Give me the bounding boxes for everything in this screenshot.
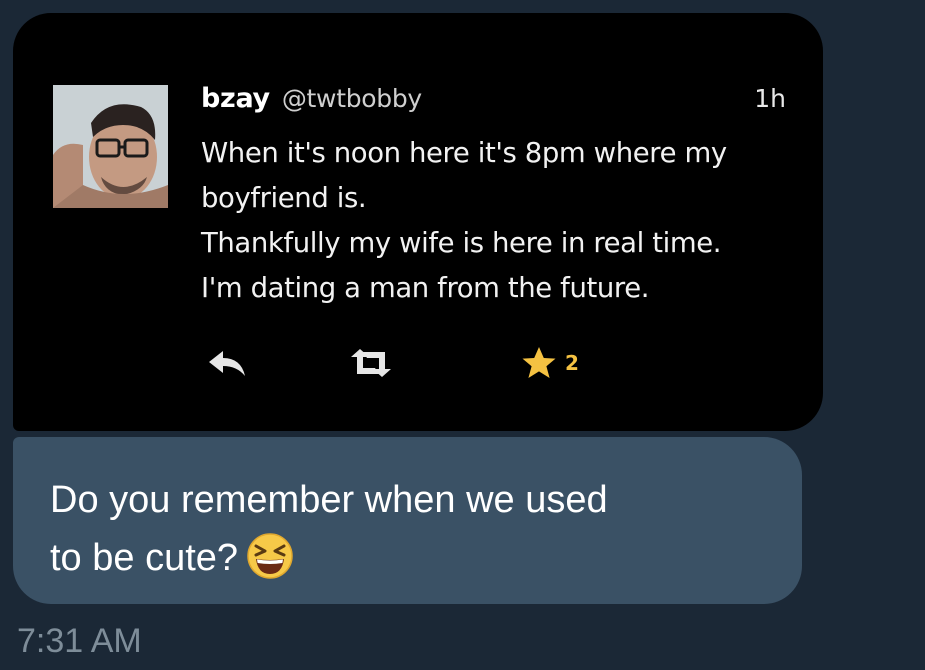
tweet-favorite-action: 2 (521, 343, 579, 383)
tweet-retweet-action (347, 343, 395, 383)
tweet-line: When it's noon here it's 8pm where my (201, 137, 727, 169)
tweet-time: 1h (754, 84, 786, 113)
tweet-header: bzay @twtbobby 1h (201, 83, 786, 123)
message-line-with-emoji: to be cute? (50, 529, 770, 587)
tweet-actions: 2 (13, 343, 823, 383)
tweet-line: I'm dating a man from the future. (201, 272, 650, 304)
tweet-line: boyfriend is. (201, 182, 367, 214)
message-timestamp: 7:31 AM (17, 622, 142, 660)
message-text: Do you remember when we used to be cute? (50, 471, 770, 587)
message-line: Do you remember when we used (50, 479, 608, 521)
conversation-view: bzay @twtbobby 1h When it's noon here it… (0, 0, 925, 670)
tweet-text: When it's noon here it's 8pm where my bo… (201, 131, 821, 311)
image-message-bubble[interactable]: bzay @twtbobby 1h When it's noon here it… (13, 13, 823, 431)
text-message-bubble[interactable]: Do you remember when we used to be cute? (13, 437, 802, 604)
avatar-photo (53, 85, 168, 208)
tweet-reply-action (205, 343, 249, 383)
star-icon (522, 347, 556, 378)
favorite-count: 2 (565, 351, 579, 375)
tweet-display-name: bzay (201, 83, 270, 114)
grinning-squinting-face-emoji (247, 533, 293, 579)
avatar (53, 85, 168, 208)
reply-icon (209, 351, 245, 376)
tweet-handle: @twtbobby (281, 84, 422, 113)
tweet-line: Thankfully my wife is here in real time. (201, 227, 722, 259)
message-line: to be cute? (50, 537, 239, 579)
retweet-icon (351, 349, 391, 377)
